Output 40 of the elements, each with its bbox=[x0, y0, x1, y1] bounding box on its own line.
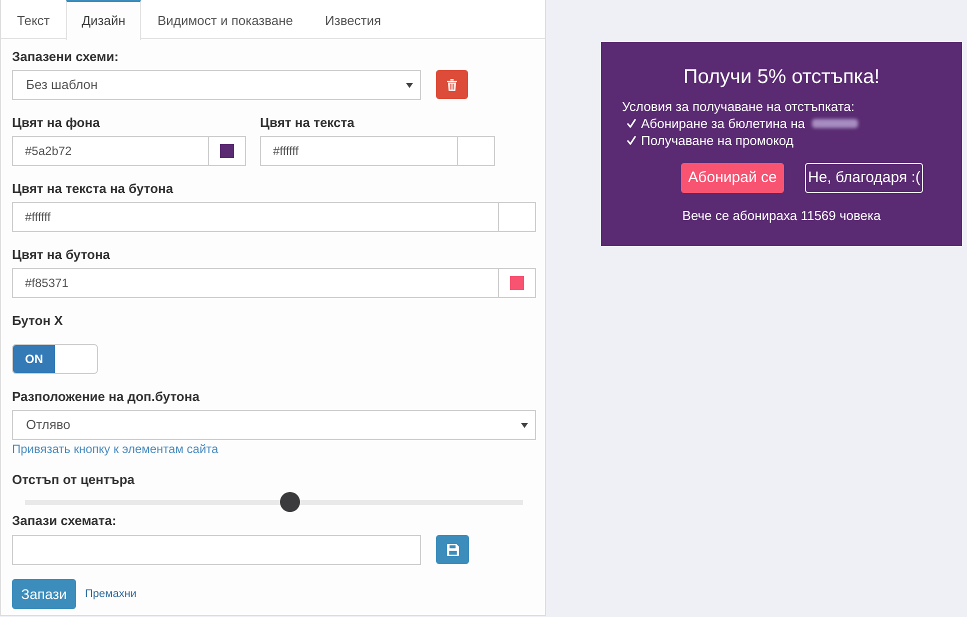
tab[interactable]: Известия bbox=[309, 0, 398, 39]
save-button[interactable]: Запази bbox=[12, 579, 76, 609]
toggle-switch[interactable]: ON bbox=[12, 344, 98, 374]
field-label: Цвят на фона bbox=[12, 114, 101, 132]
subscriber-count-text: Вече се абонираха 11569 човека bbox=[681, 207, 882, 224]
color-input[interactable]: #5a2b72 bbox=[12, 136, 209, 166]
color-input[interactable]: #f85371 bbox=[12, 268, 499, 298]
color-picker-button[interactable] bbox=[208, 136, 246, 166]
caret-icon bbox=[406, 82, 413, 88]
field-label: Цвят на бутона bbox=[12, 246, 112, 264]
color-picker-button[interactable] bbox=[498, 202, 536, 232]
remove-link[interactable]: Премахни bbox=[85, 586, 137, 602]
field-label: Разположение на доп.бутона bbox=[12, 388, 200, 406]
field-label: Цвят на текста bbox=[260, 114, 356, 132]
slider-thumb[interactable] bbox=[280, 492, 300, 512]
delete-button[interactable] bbox=[436, 70, 468, 99]
save-scheme-button[interactable] bbox=[436, 535, 469, 564]
condition-text: Получаване на промокод bbox=[641, 132, 794, 149]
color-picker-button[interactable] bbox=[457, 136, 495, 166]
text-input[interactable] bbox=[12, 535, 421, 565]
scheme-select[interactable]: Без шаблон bbox=[12, 70, 421, 100]
color-input[interactable]: #ffffff bbox=[12, 202, 499, 232]
tab[interactable]: Видимост и показване bbox=[141, 0, 310, 39]
caret-icon bbox=[521, 422, 528, 428]
tab[interactable]: Дизайн bbox=[66, 0, 142, 40]
decline-button[interactable]: Не, благодаря :( bbox=[805, 163, 924, 193]
link[interactable]: Привязать кнопку к элементам сайта bbox=[12, 442, 218, 457]
tab[interactable]: Текст bbox=[1, 0, 66, 39]
trash-icon bbox=[447, 78, 457, 90]
popup-title: Получи 5% отстъпка! bbox=[682, 65, 881, 90]
position-select[interactable]: Отляво bbox=[12, 410, 536, 440]
field-label: Бутон X bbox=[12, 312, 64, 330]
field-label: Цвят на текста на бутона bbox=[12, 180, 174, 198]
condition-text: Абониране за бюлетина на bbox=[641, 115, 806, 132]
field-label: Запазени схеми: bbox=[12, 48, 120, 66]
field-label: Отстъп от центъра bbox=[12, 471, 136, 489]
color-picker-button[interactable] bbox=[498, 268, 536, 298]
field-label: Запази схемата: bbox=[12, 512, 118, 530]
popup-text: Условия за получаване на отстъпката: bbox=[622, 98, 855, 115]
color-input[interactable]: #ffffff bbox=[260, 136, 458, 166]
